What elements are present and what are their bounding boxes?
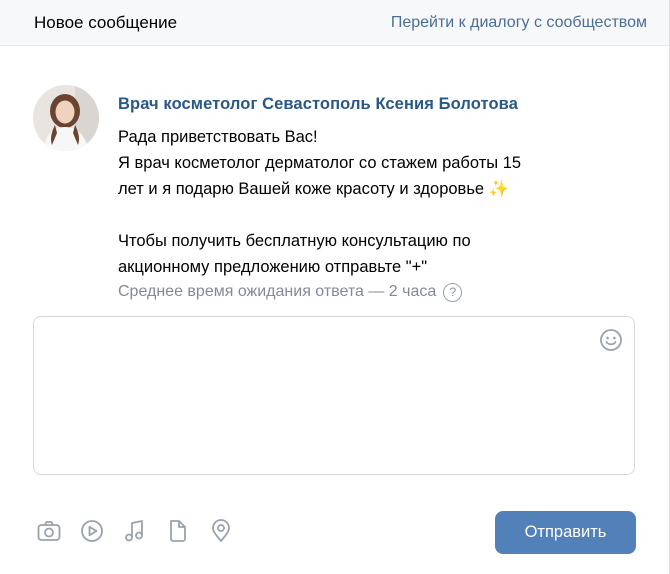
avatar[interactable]	[33, 85, 99, 151]
message-input[interactable]	[34, 317, 634, 474]
author-name[interactable]: Врач косметолог Севастополь Ксения Болот…	[118, 95, 521, 114]
message-line: акционному предложению отправьте "+"	[118, 258, 428, 276]
video-icon[interactable]	[79, 518, 105, 544]
message-input-box	[33, 316, 635, 475]
camera-icon[interactable]	[36, 518, 62, 544]
message-line: Я врач косметолог дерматолог со стажем р…	[118, 154, 522, 172]
new-message-modal: Новое сообщение Перейти к диалогу с сооб…	[0, 0, 670, 574]
response-time-text: Среднее время ожидания ответа — 2 часа	[118, 283, 437, 300]
attachment-toolbar	[36, 518, 234, 544]
message-body: Врач косметолог Севастополь Ксения Болот…	[118, 95, 521, 304]
message-text: Рада приветствовать Вас! Я врач косметол…	[118, 124, 521, 280]
message-line: Рада приветствовать Вас!	[118, 128, 318, 146]
help-icon[interactable]: ?	[443, 282, 463, 302]
avatar-photo	[33, 85, 99, 151]
community-message: Врач косметолог Севастополь Ксения Болот…	[33, 85, 629, 304]
location-icon[interactable]	[208, 518, 234, 544]
response-time-note: Среднее время ожидания ответа — 2 часа ?	[118, 280, 521, 304]
go-to-community-dialog-link[interactable]: Перейти к диалогу с сообществом	[391, 14, 647, 32]
message-line: лет и я подарю Вашей коже красоту и здор…	[118, 180, 510, 198]
send-button[interactable]: Отправить	[495, 511, 636, 554]
modal-header: Новое сообщение Перейти к диалогу с сооб…	[0, 0, 669, 46]
document-icon[interactable]	[165, 518, 191, 544]
music-icon[interactable]	[122, 518, 148, 544]
modal-title: Новое сообщение	[34, 12, 178, 32]
emoji-icon[interactable]	[599, 328, 623, 352]
message-line: Чтобы получить бесплатную консультацию п…	[118, 232, 471, 250]
message-line-empty	[118, 202, 521, 228]
